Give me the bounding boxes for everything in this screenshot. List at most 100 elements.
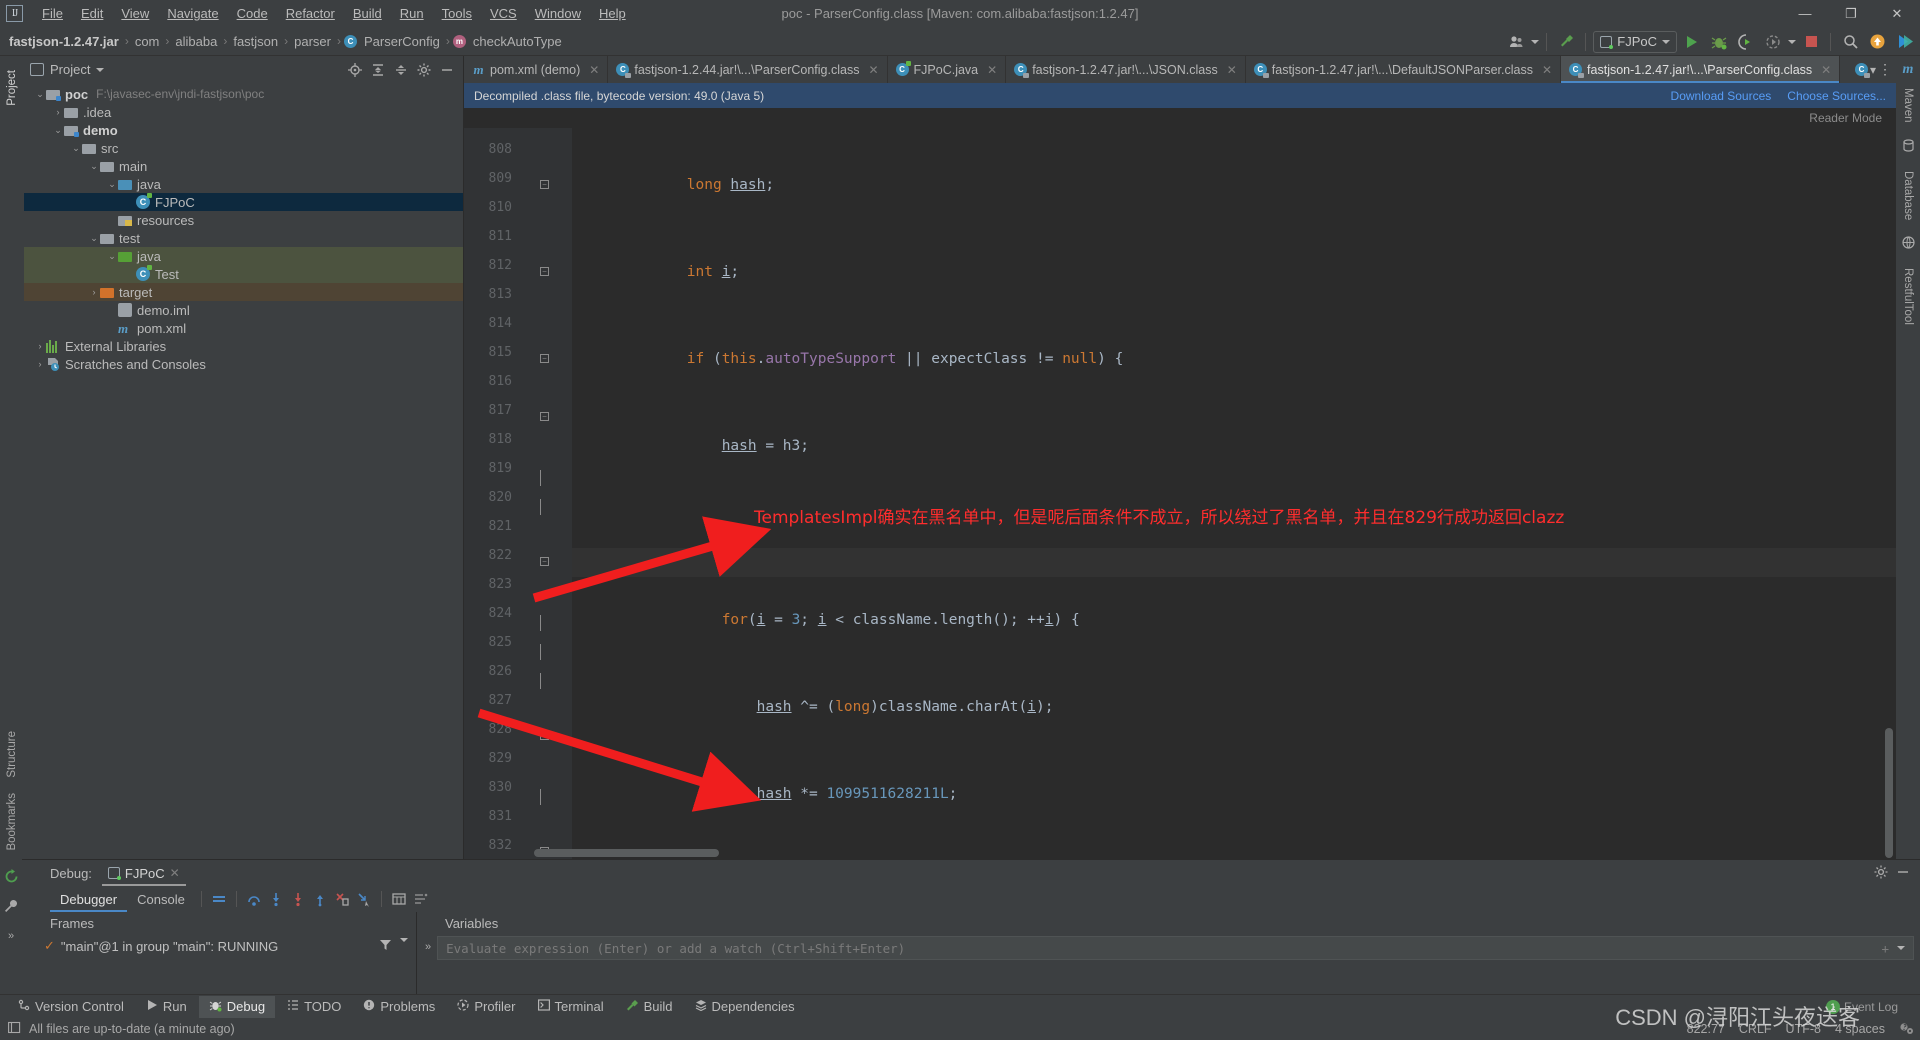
breadcrumb-parser[interactable]: parser	[291, 34, 334, 49]
toolwindow-debug[interactable]: Debug	[198, 995, 276, 1018]
rail-project-label[interactable]: Project	[6, 62, 18, 114]
frame-thread-row[interactable]: ✓ "main"@1 in group "main": RUNNING	[22, 934, 416, 958]
tree-node-external-libraries[interactable]: › External Libraries	[24, 337, 463, 355]
code-fold-toggle[interactable]: −	[540, 354, 551, 365]
hide-panel-icon[interactable]	[437, 60, 457, 80]
breadcrumb-alibaba[interactable]: alibaba	[172, 34, 220, 49]
reader-mode-label[interactable]: Reader Mode	[1809, 111, 1882, 125]
code-fold-toggle[interactable]: −	[540, 412, 551, 423]
menu-navigate[interactable]: Navigate	[158, 3, 227, 24]
close-icon[interactable]: ✕	[1542, 63, 1552, 77]
code-fold-toggle[interactable]: −	[540, 267, 551, 278]
download-sources-link[interactable]: Download Sources	[1671, 89, 1772, 103]
menu-view[interactable]: View	[112, 3, 158, 24]
tab-more-options-icon[interactable]: ⋮	[1878, 61, 1892, 78]
rerun-icon[interactable]	[4, 869, 19, 887]
editor-gutter[interactable]: 807 808 809 810 811 812 813 814 815 816 …	[464, 128, 572, 859]
expand-arrow-icon[interactable]: ›	[52, 107, 64, 117]
step-into-icon[interactable]	[265, 888, 287, 910]
tree-node-target[interactable]: › target	[24, 283, 463, 301]
code-fold-toggle[interactable]: −	[540, 180, 551, 191]
tree-node-demo[interactable]: ⌄ demo	[24, 121, 463, 139]
step-out-icon[interactable]	[309, 888, 331, 910]
tree-node-pom-xml[interactable]: m pom.xml	[24, 319, 463, 337]
mute-breakpoints-icon[interactable]	[208, 888, 230, 910]
line-separator[interactable]: CRLF	[1739, 1022, 1772, 1036]
code-fold-end[interactable]	[540, 615, 551, 631]
editor-vertical-scrollbar[interactable]	[1885, 728, 1893, 858]
debug-session-tab[interactable]: FJPoC ✕	[101, 860, 186, 886]
tab-debugger[interactable]: Debugger	[50, 886, 128, 912]
evaluate-expression-input[interactable]: Evaluate expression (Enter) or add a wat…	[437, 936, 1914, 960]
wrench-icon[interactable]	[4, 899, 18, 916]
frames-chevron-down-icon[interactable]	[400, 938, 408, 942]
collapse-all-icon[interactable]	[391, 60, 411, 80]
breadcrumb-jar[interactable]: fastjson-1.2.47.jar	[6, 34, 122, 49]
close-icon[interactable]: ✕	[589, 63, 599, 77]
toolwindow-build[interactable]: Build	[616, 996, 683, 1018]
toolwindow-problems[interactable]: Problems	[353, 996, 445, 1018]
tree-node-idea[interactable]: › .idea	[24, 103, 463, 121]
tab-list-chevron-down-icon[interactable]: ▾	[1870, 63, 1876, 77]
project-chevron-down-icon[interactable]	[96, 67, 105, 72]
close-icon[interactable]: ✕	[868, 63, 878, 77]
expand-arrow-icon[interactable]: ⌄	[88, 233, 100, 244]
code-fold-end[interactable]	[540, 644, 551, 660]
build-hammer-icon[interactable]	[1554, 31, 1578, 53]
breadcrumb-com[interactable]: com	[132, 34, 163, 49]
editor-horizontal-scrollbar[interactable]	[534, 849, 719, 857]
toolwindow-dependencies[interactable]: Dependencies	[685, 996, 805, 1018]
toolwindow-todo[interactable]: TODO	[277, 996, 351, 1018]
indent-setting[interactable]: 4 spaces	[1835, 1022, 1885, 1036]
code-editor[interactable]: 807 808 809 810 811 812 813 814 815 816 …	[464, 128, 1896, 859]
run-with-coverage-button[interactable]	[1734, 31, 1758, 53]
step-over-icon[interactable]	[243, 888, 265, 910]
rail-maven-label[interactable]: Maven	[1902, 80, 1914, 131]
tree-node-test-class[interactable]: C Test	[24, 265, 463, 283]
expand-arrow-icon[interactable]: ›	[34, 341, 46, 351]
filter-icon[interactable]	[379, 938, 392, 954]
toolwindow-terminal[interactable]: Terminal	[528, 996, 614, 1018]
menu-tools[interactable]: Tools	[433, 3, 481, 24]
close-icon[interactable]: ✕	[1227, 63, 1237, 77]
evaluate-expression-icon[interactable]	[388, 888, 410, 910]
search-everywhere-button[interactable]	[1838, 31, 1862, 53]
layout-settings-icon[interactable]	[410, 888, 432, 910]
debug-button[interactable]	[1707, 31, 1731, 53]
settings-gear-icon[interactable]	[414, 60, 434, 80]
tree-node-test-java[interactable]: ⌄ java	[24, 247, 463, 265]
user-icon[interactable]	[1504, 31, 1528, 53]
debug-settings-gear-icon[interactable]	[1874, 865, 1888, 882]
force-step-into-icon[interactable]	[287, 888, 309, 910]
menu-run[interactable]: Run	[391, 3, 433, 24]
tree-node-main-java[interactable]: ⌄ java	[24, 175, 463, 193]
profile-chevron-down-icon[interactable]	[1788, 39, 1796, 44]
locate-icon[interactable]	[345, 60, 365, 80]
close-icon[interactable]: ✕	[987, 63, 997, 77]
run-configuration-selector[interactable]: FJPoC	[1593, 30, 1677, 53]
expand-arrow-icon[interactable]: ›	[88, 287, 100, 297]
drop-frame-icon[interactable]	[331, 888, 353, 910]
editor-tab-json-class[interactable]: C fastjson-1.2.47.jar!\...\JSON.class ✕	[1006, 56, 1246, 83]
editor-tab-parserconfig-1247[interactable]: C fastjson-1.2.47.jar!\...\ParserConfig.…	[1561, 56, 1841, 83]
tree-node-scratches[interactable]: › Scratches and Consoles	[24, 355, 463, 373]
event-log[interactable]: 1 Event Log	[1825, 1000, 1898, 1014]
run-to-cursor-icon[interactable]	[353, 888, 375, 910]
stop-button[interactable]	[1799, 31, 1823, 53]
editor-tab-defaultjsonparser-class[interactable]: C fastjson-1.2.47.jar!\...\DefaultJSONPa…	[1246, 56, 1562, 83]
close-icon[interactable]: ✕	[170, 866, 180, 880]
tree-node-poc[interactable]: ⌄ poc F:\javasec-env\jndi-fastjson\poc	[24, 85, 463, 103]
code-fold-toggle[interactable]: −	[540, 731, 551, 742]
code-text[interactable]: long hash; int i; if (this.autoTypeSuppo…	[572, 128, 1896, 859]
editor-tab-fjpoc-java[interactable]: C FJPoC.java ✕	[888, 56, 1007, 83]
profile-button[interactable]	[1761, 31, 1785, 53]
caret-position[interactable]: 822:77	[1687, 1022, 1725, 1036]
editor-tab-parserconfig-1244[interactable]: C fastjson-1.2.44.jar!\...\ParserConfig.…	[608, 56, 888, 83]
add-watch-icon[interactable]: +	[1881, 941, 1889, 956]
code-fold-end[interactable]	[540, 470, 551, 486]
expand-arrow-icon[interactable]: ⌄	[106, 251, 118, 262]
expand-variables-icon[interactable]: »	[417, 941, 437, 953]
choose-sources-link[interactable]: Choose Sources...	[1787, 89, 1886, 103]
close-button[interactable]: ✕	[1874, 0, 1920, 27]
rail-bookmarks-label[interactable]: Bookmarks	[6, 785, 18, 859]
